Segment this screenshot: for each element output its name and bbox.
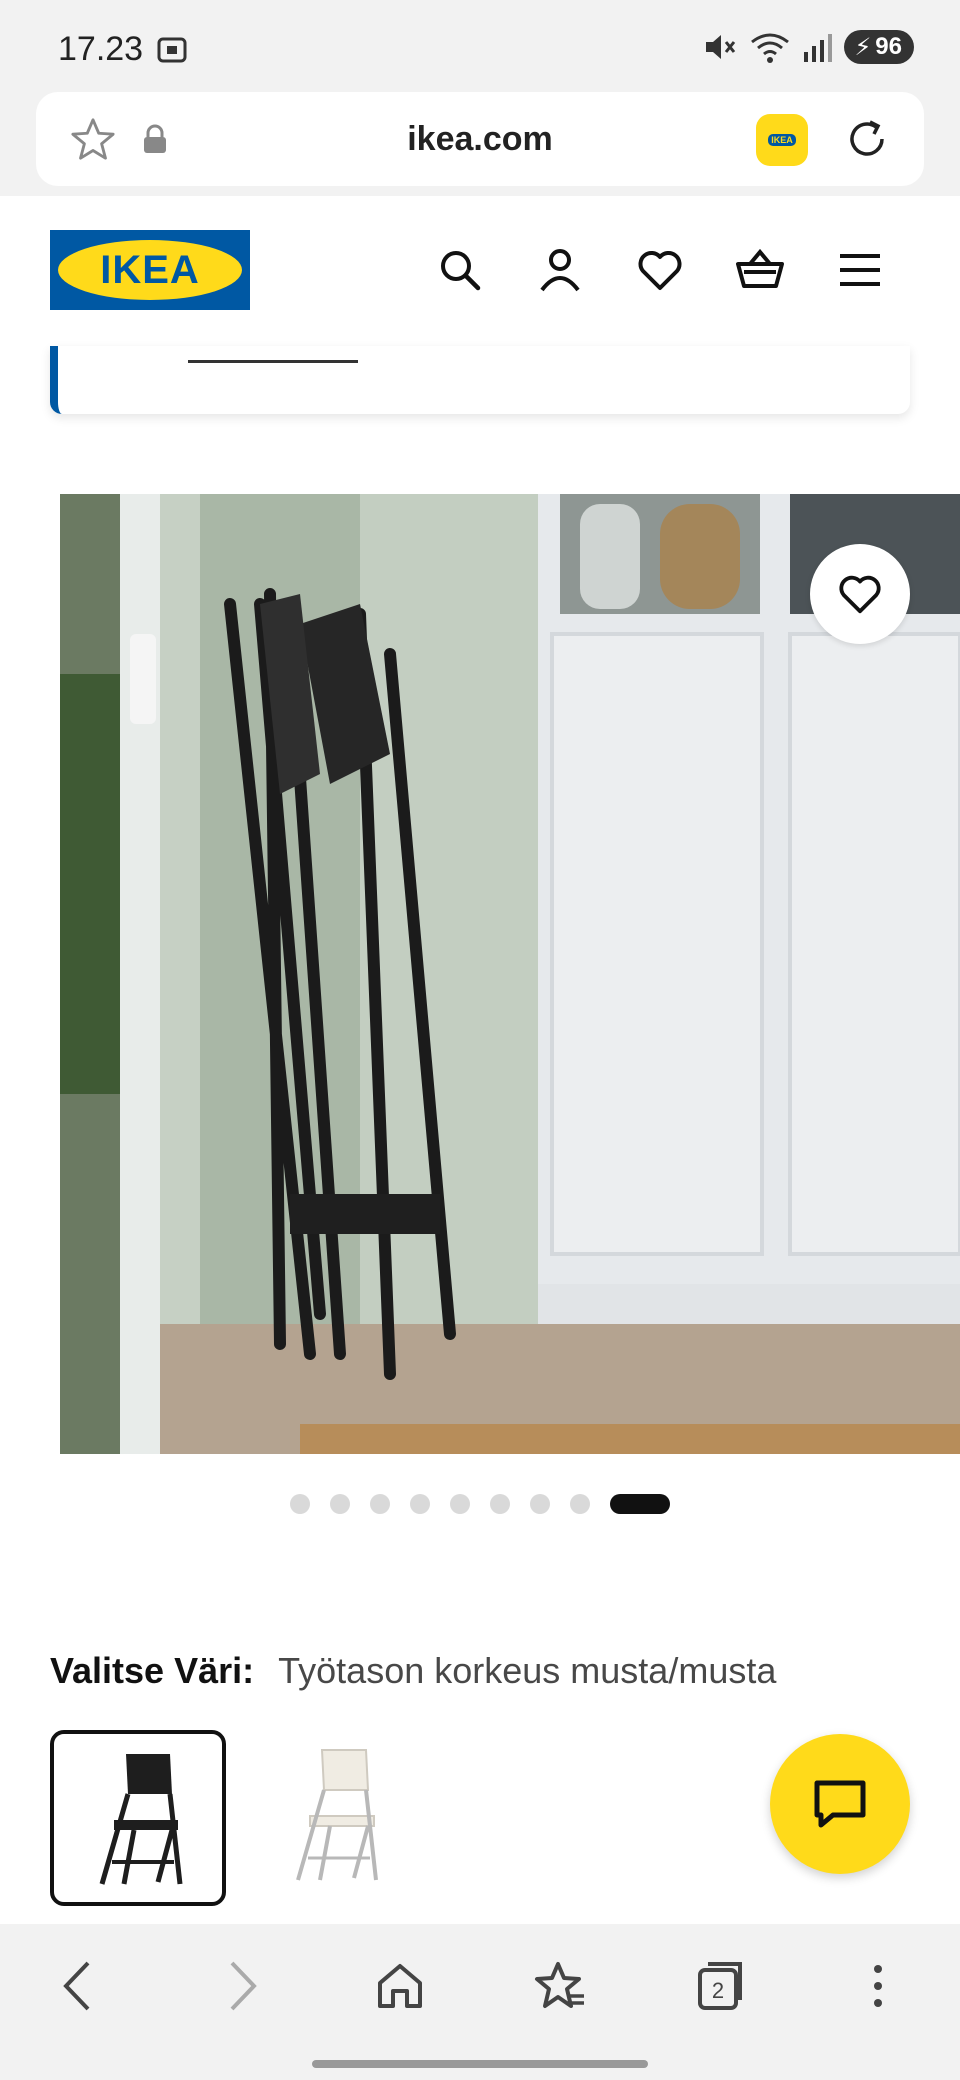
color-value: Työtason korkeus musta/musta: [278, 1650, 777, 1691]
status-time: 17.23: [58, 30, 144, 68]
back-button[interactable]: [48, 1956, 108, 2016]
carousel-dot[interactable]: [570, 1494, 590, 1514]
more-icon: [874, 1965, 882, 2007]
bookmarks-icon: [535, 1962, 584, 2008]
color-selection-row: Valitse Väri: Työtason korkeus musta/mus…: [50, 1650, 776, 1692]
search-icon[interactable]: [436, 246, 484, 294]
mute-icon: [706, 35, 736, 59]
color-option-black[interactable]: [50, 1730, 226, 1906]
charging-icon: ⚡: [854, 33, 872, 61]
home-indicator: [312, 2060, 648, 2068]
signal-icon: [804, 34, 833, 62]
partial-card-text-fragment: [188, 360, 358, 363]
site-header: IKEA: [0, 196, 960, 346]
carousel-dot[interactable]: [530, 1494, 550, 1514]
bookmarks-button[interactable]: [530, 1956, 590, 2016]
browser-toolbar: ikea.com IKEA: [0, 92, 960, 196]
forward-button[interactable]: [212, 1956, 272, 2016]
add-to-favourites-button[interactable]: [810, 544, 910, 644]
color-label: Valitse Väri:: [50, 1650, 255, 1691]
home-button[interactable]: [370, 1956, 430, 2016]
white-chair-thumbnail: [296, 1749, 378, 1881]
browser-bottom-nav: 2: [0, 1924, 960, 2080]
carousel-dot[interactable]: [410, 1494, 430, 1514]
tabs-button[interactable]: 2: [690, 1956, 750, 2016]
heart-icon: [839, 575, 881, 614]
battery-level: 96: [875, 33, 902, 60]
chat-icon: [814, 1780, 866, 1828]
black-chair-thumbnail: [99, 1754, 183, 1885]
tab-count: 2: [712, 1978, 724, 2003]
chat-button[interactable]: [770, 1734, 910, 1874]
carousel-dot[interactable]: [290, 1494, 310, 1514]
address-bar[interactable]: ikea.com IKEA: [36, 92, 924, 186]
ikea-app-icon[interactable]: IKEA: [756, 114, 808, 166]
color-option-white[interactable]: [240, 1730, 416, 1906]
tabs-icon: 2: [698, 1962, 742, 2010]
battery-indicator: ⚡ 96: [844, 30, 914, 64]
carousel-dot[interactable]: [490, 1494, 510, 1514]
wifi-icon: [751, 33, 790, 63]
forward-icon: [230, 1961, 257, 2011]
favourites-icon[interactable]: [636, 246, 684, 294]
image-carousel-dots: [290, 1494, 670, 1514]
screenshot-icon: [157, 37, 187, 63]
carousel-dot[interactable]: [450, 1494, 470, 1514]
back-icon: [63, 1961, 90, 2011]
account-icon[interactable]: [536, 246, 584, 294]
ikea-app-icon-text: IKEA: [768, 134, 796, 146]
menu-icon[interactable]: [836, 246, 884, 294]
carousel-dot[interactable]: [370, 1494, 390, 1514]
reload-icon[interactable]: [842, 114, 892, 164]
carousel-dot[interactable]: [330, 1494, 350, 1514]
home-icon: [378, 1964, 422, 2008]
folding-chairs-photo: [60, 494, 960, 1454]
status-bar: 17.23 ⚡ 96: [0, 0, 960, 92]
product-image[interactable]: [60, 494, 960, 1454]
more-button[interactable]: [848, 1956, 908, 2016]
partial-info-card: [50, 346, 910, 414]
ikea-logo-text: IKEA: [100, 247, 200, 292]
ikea-logo[interactable]: IKEA: [50, 230, 250, 310]
cart-icon[interactable]: [736, 246, 784, 294]
carousel-dot[interactable]: [610, 1494, 670, 1514]
status-icons: ⚡ 96: [702, 30, 914, 64]
ikea-logo-oval: IKEA: [58, 240, 242, 300]
